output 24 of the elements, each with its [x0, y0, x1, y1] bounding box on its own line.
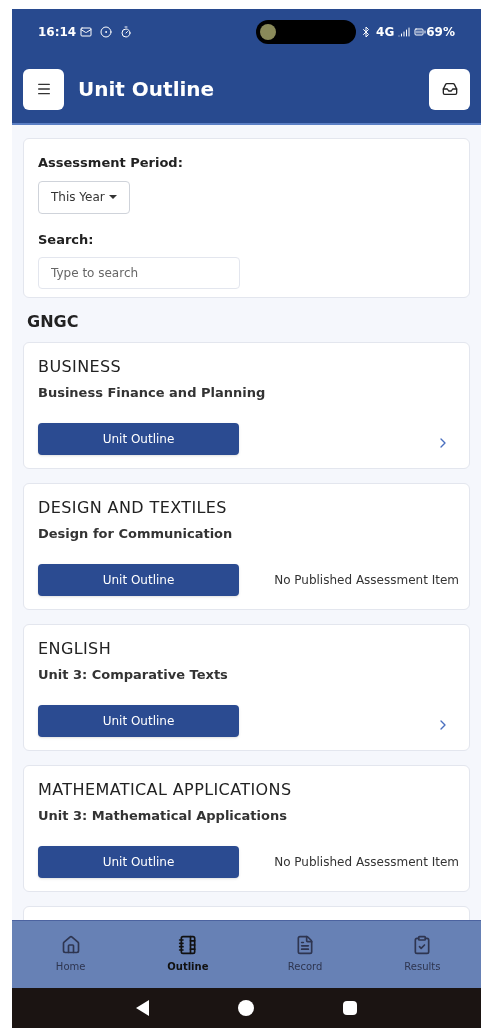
network-label: 4G — [376, 24, 395, 41]
group-heading: GNGC — [26, 311, 80, 333]
search-field[interactable]: Type to search — [38, 257, 240, 289]
unit-subject: DESIGN AND TEXTILES — [38, 498, 228, 518]
status-note: No Published Assessment Item — [274, 854, 459, 871]
unit-name: Unit 3: Comparative Texts — [38, 667, 229, 683]
page-title: Unit Outline — [78, 76, 215, 103]
search-label: Search: — [38, 230, 95, 249]
battery-level: 69% — [426, 24, 455, 41]
status-time: 16:14 — [38, 24, 77, 41]
unit-outline-button[interactable]: Unit Outline — [38, 423, 239, 455]
unit-name: Unit 3: Mathematical Applications — [38, 808, 288, 824]
nav-tab[interactable]: Outline — [129, 921, 247, 988]
period-dropdown[interactable]: This Year — [38, 180, 130, 214]
unit-outline-button[interactable]: Unit Outline — [38, 705, 239, 737]
unit-name: Design for Communication — [38, 526, 234, 542]
unit-subject: MATHEMATICAL APPLICATIONS — [38, 780, 293, 800]
unit-name: Business Finance and Planning — [38, 385, 267, 401]
unit-subject: BUSINESS — [38, 357, 123, 377]
status-note: No Published Assessment Item — [274, 572, 459, 589]
unit-subject: ENGLISH — [38, 639, 113, 659]
unit-outline-button[interactable]: Unit Outline — [38, 564, 239, 596]
period-label: Assessment Period: — [38, 154, 184, 172]
unit-outline-button[interactable]: Unit Outline — [38, 846, 239, 878]
